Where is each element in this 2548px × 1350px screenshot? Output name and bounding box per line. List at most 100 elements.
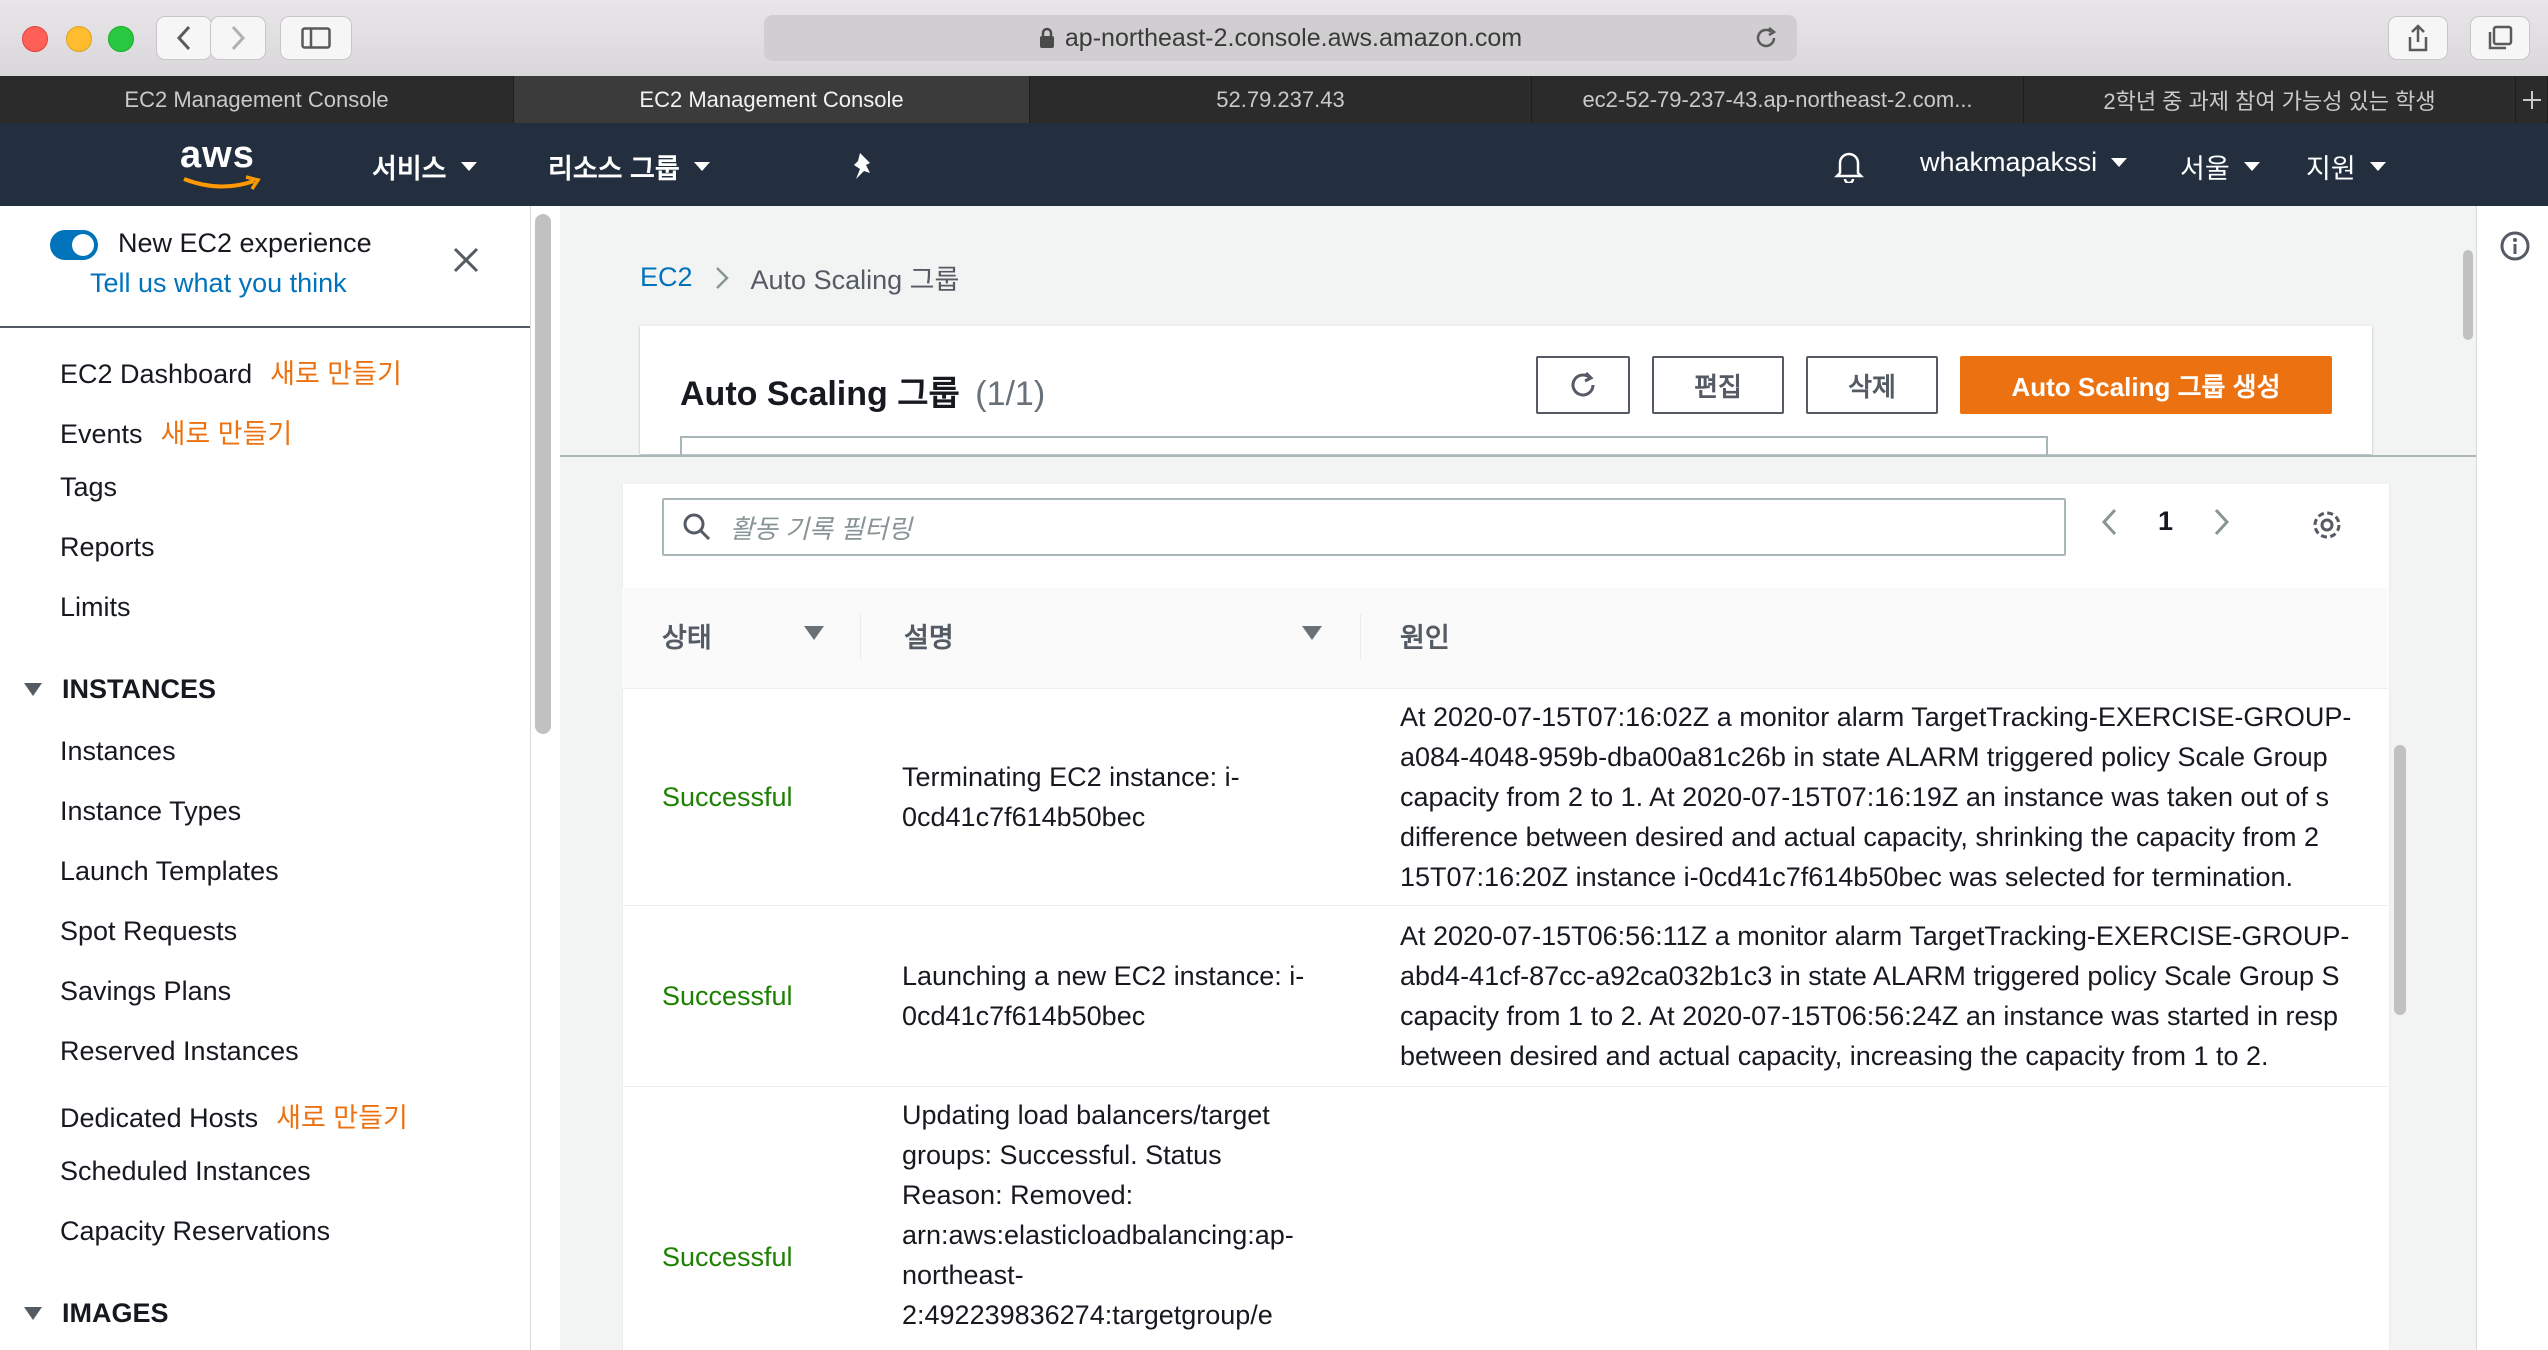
support-label: 지원	[2306, 154, 2356, 184]
tab-overview-button[interactable]	[2470, 16, 2530, 60]
new-tab-button[interactable]	[2516, 76, 2548, 123]
tabs-icon	[2488, 25, 2513, 50]
browser-tab[interactable]: 52.79.237.43	[1030, 76, 1532, 123]
column-header-description[interactable]: 설명	[904, 616, 954, 655]
browser-tab[interactable]: ec2-52-79-237-43.ap-northeast-2.com...	[1532, 76, 2024, 123]
description-cell: Updating load balancers/target groups: S…	[902, 1095, 1294, 1335]
sidebar-toggle-button[interactable]	[280, 16, 352, 60]
section-label: IMAGES	[62, 1298, 169, 1328]
close-window-button[interactable]	[22, 26, 48, 52]
address-bar[interactable]: ap-northeast-2.console.aws.amazon.com	[764, 15, 1797, 61]
sidebar-item-label: Reports	[60, 532, 155, 562]
preferences-button[interactable]	[2310, 508, 2344, 542]
panel-scrollbar[interactable]	[2394, 745, 2406, 1015]
sidebar-item-label: Spot Requests	[60, 916, 238, 946]
services-label: 서비스	[372, 154, 447, 184]
sidebar-item-dedicated-hosts[interactable]: Dedicated Hosts 새로 만들기	[60, 1096, 408, 1135]
column-header-cause[interactable]: 원인	[1400, 616, 1450, 655]
sort-caret-icon[interactable]	[1302, 626, 1322, 640]
notifications-button[interactable]	[1834, 149, 1864, 183]
close-icon	[453, 247, 479, 273]
sidebar-item-savings-plans[interactable]: Savings Plans	[60, 976, 231, 1007]
plus-icon	[2522, 90, 2541, 109]
description-line: 2:492239836274:targetgroup/e	[902, 1300, 1273, 1330]
account-menu[interactable]: whakmapakssi	[1920, 147, 2128, 178]
column-separator	[860, 614, 861, 660]
sidebar-item-label: Events	[60, 419, 143, 449]
column-header-status[interactable]: 상태	[662, 616, 712, 655]
filter-input-partial[interactable]	[680, 436, 2048, 456]
sidebar-item-label: Instance Types	[60, 796, 242, 826]
sidebar-section-images[interactable]: IMAGES	[24, 1298, 169, 1329]
sidebar-item-limits[interactable]: Limits	[60, 592, 131, 623]
sidebar-divider	[0, 326, 530, 328]
info-button[interactable]	[2499, 230, 2531, 262]
share-button[interactable]	[2388, 16, 2448, 60]
rail-scrollbar[interactable]	[2463, 250, 2473, 340]
sidebar-item-reports[interactable]: Reports	[60, 532, 155, 563]
sidebar-item-label: EC2 Dashboard	[60, 359, 253, 389]
table-row: Successful Terminating EC2 instance: i- …	[622, 689, 2388, 906]
chevron-left-icon[interactable]	[2100, 507, 2118, 537]
new-experience-toggle[interactable]	[50, 230, 98, 260]
feedback-link[interactable]: Tell us what you think	[90, 268, 347, 299]
sort-caret-icon[interactable]	[804, 626, 824, 640]
delete-button[interactable]: 삭제	[1806, 356, 1938, 414]
chevron-right-icon[interactable]	[2213, 507, 2231, 537]
sidebar-item-instance-types[interactable]: Instance Types	[60, 796, 241, 827]
split-panel-divider[interactable]	[560, 455, 2476, 457]
sidebar-section-instances[interactable]: INSTANCES	[24, 674, 216, 705]
maximize-window-button[interactable]	[108, 26, 134, 52]
minimize-window-button[interactable]	[66, 26, 92, 52]
sidebar-item-label: Tags	[60, 472, 118, 502]
sidebar-item-capacity-reservations[interactable]: Capacity Reservations	[60, 1216, 330, 1247]
aws-logo-text: aws	[180, 134, 255, 176]
reload-icon[interactable]	[1753, 25, 1779, 51]
breadcrumb: EC2 Auto Scaling 그룹	[640, 258, 959, 297]
forward-button[interactable]	[210, 16, 266, 60]
pin-button[interactable]	[850, 151, 878, 181]
description-cell: Terminating EC2 instance: i- 0cd41c7f614…	[902, 757, 1240, 837]
sidebar-item-launch-templates[interactable]: Launch Templates	[60, 856, 279, 887]
back-button[interactable]	[156, 16, 212, 60]
cause-line: capacity from 1 to 2. At 2020-07-15T06:5…	[1400, 1001, 2339, 1031]
pin-icon	[854, 153, 870, 179]
cause-line: abd4-41cf-87cc-a92ca032b1c3 in state ALA…	[1400, 961, 2340, 991]
sidebar-item-events[interactable]: Events 새로 만들기	[60, 412, 292, 451]
new-badge: 새로 만들기	[270, 359, 402, 389]
browser-tab[interactable]: 2학년 중 과제 참여 가능성 있는 학생	[2024, 76, 2516, 123]
chevron-down-icon	[460, 162, 477, 171]
ec2-sidebar: New EC2 experience Tell us what you thin…	[0, 206, 531, 1350]
support-menu[interactable]: 지원	[2306, 147, 2386, 186]
cause-line: At 2020-07-15T07:16:02Z a monitor alarm …	[1400, 702, 2352, 732]
chevron-down-icon	[2111, 158, 2128, 167]
aws-logo[interactable]: aws	[180, 135, 264, 193]
sidebar-item-reserved-instances[interactable]: Reserved Instances	[60, 1036, 299, 1067]
browser-tab-active[interactable]: EC2 Management Console	[514, 76, 1030, 123]
activity-table-header: 상태 설명 원인	[622, 588, 2388, 689]
table-row: Successful Updating load balancers/targe…	[622, 1087, 2388, 1350]
services-menu[interactable]: 서비스	[372, 147, 477, 186]
sidebar-item-ec2-dashboard[interactable]: EC2 Dashboard 새로 만들기	[60, 352, 402, 391]
activity-filter-input[interactable]: 활동 기록 필터링	[662, 498, 2066, 556]
bell-icon	[1834, 152, 1864, 183]
current-page[interactable]: 1	[2158, 506, 2173, 537]
section-label: INSTANCES	[62, 674, 217, 704]
edit-button[interactable]: 편집	[1652, 356, 1784, 414]
region-menu[interactable]: 서울	[2180, 147, 2260, 186]
create-auto-scaling-group-button[interactable]: Auto Scaling 그룹 생성	[1960, 356, 2332, 414]
close-panel-button[interactable]	[452, 246, 480, 274]
url-text: ap-northeast-2.console.aws.amazon.com	[1064, 23, 1523, 52]
sidebar-icon	[301, 27, 331, 49]
browser-tab[interactable]: EC2 Management Console	[0, 76, 514, 123]
sidebar-item-spot-requests[interactable]: Spot Requests	[60, 916, 237, 947]
new-badge: 새로 만들기	[276, 1103, 408, 1133]
breadcrumb-ec2-link[interactable]: EC2	[640, 262, 693, 293]
resource-groups-menu[interactable]: 리소스 그룹	[548, 147, 710, 186]
refresh-button[interactable]	[1536, 356, 1630, 414]
sidebar-item-scheduled-instances[interactable]: Scheduled Instances	[60, 1156, 311, 1187]
caret-down-icon	[24, 683, 42, 696]
sidebar-item-tags[interactable]: Tags	[60, 472, 117, 503]
sidebar-item-instances[interactable]: Instances	[60, 736, 176, 767]
sidebar-scrollbar[interactable]	[535, 214, 551, 734]
